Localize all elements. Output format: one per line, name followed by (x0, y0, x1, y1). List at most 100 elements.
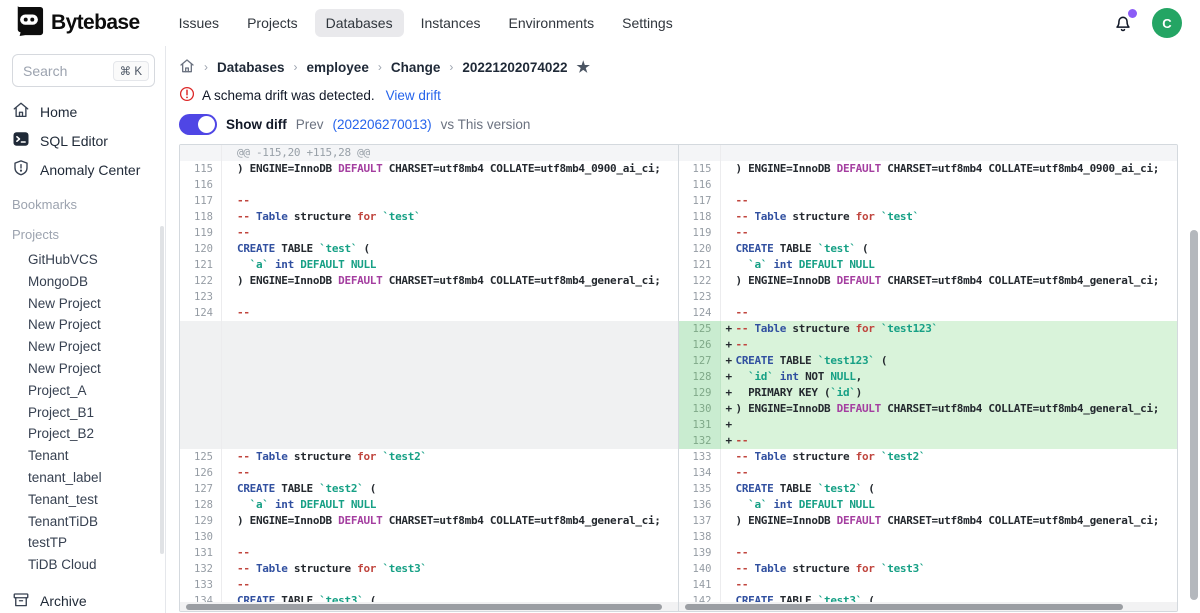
sidebar-project-item[interactable]: GitHubVCS (0, 249, 165, 271)
sidebar-project-item[interactable]: New Project (0, 314, 165, 336)
sidebar-project-item[interactable]: Project_B2 (0, 423, 165, 445)
breadcrumb-separator: › (204, 60, 208, 74)
sidebar-item-label: Archive (40, 593, 87, 609)
breadcrumb-item[interactable]: employee (307, 60, 369, 75)
diff-row: 136 `a` int DEFAULT NULL (679, 497, 1178, 513)
diff-left-rows: 115) ENGINE=InnoDB DEFAULT CHARSET=utf8m… (180, 161, 678, 609)
diff-row: 124-- (180, 305, 678, 321)
diff-row: 138 (679, 529, 1178, 545)
brand[interactable]: Bytebase (14, 6, 140, 41)
terminal-icon (12, 130, 30, 151)
diff-left-hscrollbar[interactable] (186, 604, 662, 610)
alert-icon (179, 86, 195, 105)
breadcrumb-separator: › (294, 60, 298, 74)
show-diff-label: Show diff (226, 117, 287, 132)
diff-row: 119-- (679, 225, 1178, 241)
diff-row: 126-- (180, 465, 678, 481)
diff-row: 120CREATE TABLE `test` ( (679, 241, 1178, 257)
search-input[interactable]: Search ⌘ K (12, 54, 155, 87)
diff-row: 133-- Table structure for `test2` (679, 449, 1178, 465)
sidebar-scrollbar[interactable] (160, 226, 164, 554)
diff-row: 134-- (679, 465, 1178, 481)
diff-row: 125+-- Table structure for `test123` (679, 321, 1178, 337)
sidebar-item-label: SQL Editor (40, 133, 108, 149)
diff-row: 121 `a` int DEFAULT NULL (180, 257, 678, 273)
sidebar-item-sql-editor[interactable]: SQL Editor (0, 126, 165, 155)
sidebar-project-item[interactable]: New Project (0, 293, 165, 315)
diff-row: 128 `a` int DEFAULT NULL (180, 497, 678, 513)
breadcrumb-item[interactable]: 20221202074022 (462, 60, 567, 75)
diff-hunk-header: @@ -115,20 +115,28 @@ (180, 145, 678, 161)
sidebar-project-item[interactable]: Project_A (0, 380, 165, 402)
sidebar-project-item[interactable]: TiDB Cloud (0, 554, 165, 576)
home-icon (12, 101, 30, 122)
sidebar-project-item[interactable]: testTP (0, 532, 165, 554)
diff-row: 115) ENGINE=InnoDB DEFAULT CHARSET=utf8m… (679, 161, 1178, 177)
nav-item-databases[interactable]: Databases (315, 9, 404, 37)
alert-message: A schema drift was detected. (202, 88, 375, 103)
diff-filler-block (180, 321, 678, 449)
sidebar-section-bookmarks: Bookmarks (0, 197, 165, 214)
show-diff-toggle[interactable] (179, 114, 217, 135)
sidebar-item-anomaly-center[interactable]: Anomaly Center (0, 155, 165, 184)
nav-item-projects[interactable]: Projects (236, 9, 309, 37)
nav-item-settings[interactable]: Settings (611, 9, 684, 37)
notification-dot (1128, 9, 1137, 18)
nav-item-environments[interactable]: Environments (498, 9, 606, 37)
sidebar-project-item[interactable]: New Project (0, 336, 165, 358)
diff-row: 132+-- (679, 433, 1178, 449)
page-scrollbar[interactable] (1190, 230, 1198, 600)
schema-drift-alert: A schema drift was detected. View drift (179, 86, 1178, 104)
diff-row: 118-- Table structure for `test` (180, 209, 678, 225)
sidebar-project-item[interactable]: MongoDB (0, 271, 165, 293)
sidebar-archive: Archive (0, 587, 165, 613)
diff-row: 122) ENGINE=InnoDB DEFAULT CHARSET=utf8m… (180, 273, 678, 289)
sidebar-project-item[interactable]: tenant_label (0, 467, 165, 489)
breadcrumb-item[interactable]: Change (391, 60, 441, 75)
vs-label: vs This version (441, 117, 531, 132)
sidebar-project-item[interactable]: Project_B1 (0, 402, 165, 424)
sidebar-project-item[interactable]: Tenant (0, 445, 165, 467)
breadcrumb: ›Databases›employee›Change›2022120207402… (179, 56, 1178, 78)
breadcrumb-item[interactable]: Databases (217, 60, 285, 75)
avatar[interactable]: C (1152, 8, 1182, 38)
diff-row: 124-- (679, 305, 1178, 321)
sidebar-nav: Home SQL Editor (0, 97, 165, 184)
breadcrumb-separator: › (449, 60, 453, 74)
sidebar-item-archive[interactable]: Archive (0, 587, 165, 613)
prev-version-link[interactable]: (202206270013) (333, 117, 432, 132)
diff-row: 127+CREATE TABLE `test123` ( (679, 353, 1178, 369)
nav-item-issues[interactable]: Issues (168, 9, 230, 37)
diff-right-hscrollbar[interactable] (685, 604, 1124, 610)
prev-label: Prev (296, 117, 324, 132)
sidebar: Search ⌘ K Home (0, 46, 166, 613)
navbar-menu: IssuesProjectsDatabasesInstancesEnvironm… (168, 9, 684, 37)
diff-row: 118-- Table structure for `test` (679, 209, 1178, 225)
diff-pane-current: 115) ENGINE=InnoDB DEFAULT CHARSET=utf8m… (679, 145, 1178, 611)
diff-left-hscrollbar-track (180, 602, 678, 611)
nav-item-instances[interactable]: Instances (410, 9, 492, 37)
diff-hunk-header-spacer (679, 145, 1178, 161)
main-content: ›Databases›employee›Change›2022120207402… (166, 46, 1200, 613)
breadcrumb-home-icon[interactable] (179, 58, 195, 77)
diff-row: 125-- Table structure for `test2` (180, 449, 678, 465)
diff-row: 116 (180, 177, 678, 193)
diff-row: 116 (679, 177, 1178, 193)
view-drift-link[interactable]: View drift (386, 88, 441, 103)
brand-name: Bytebase (51, 11, 140, 35)
search-shortcut-kbd: ⌘ K (113, 61, 149, 81)
star-icon[interactable]: ★ (576, 60, 589, 75)
diff-row: 137) ENGINE=InnoDB DEFAULT CHARSET=utf8m… (679, 513, 1178, 529)
diff-row: 129+ PRIMARY KEY (`id`) (679, 385, 1178, 401)
navbar: Bytebase IssuesProjectsDatabasesInstance… (0, 0, 1200, 46)
sidebar-project-item[interactable]: New Project (0, 358, 165, 380)
sidebar-project-item[interactable]: TenantTiDB (0, 511, 165, 533)
diff-row: 128+ `id` int NOT NULL, (679, 369, 1178, 385)
sidebar-project-item[interactable]: Tenant_test (0, 489, 165, 511)
diff-row: 139-- (679, 545, 1178, 561)
sidebar-item-label: Anomaly Center (40, 162, 140, 178)
diff-row: 130 (180, 529, 678, 545)
notifications-button[interactable] (1112, 12, 1134, 34)
sidebar-item-home[interactable]: Home (0, 97, 165, 126)
diff-row: 126+-- (679, 337, 1178, 353)
